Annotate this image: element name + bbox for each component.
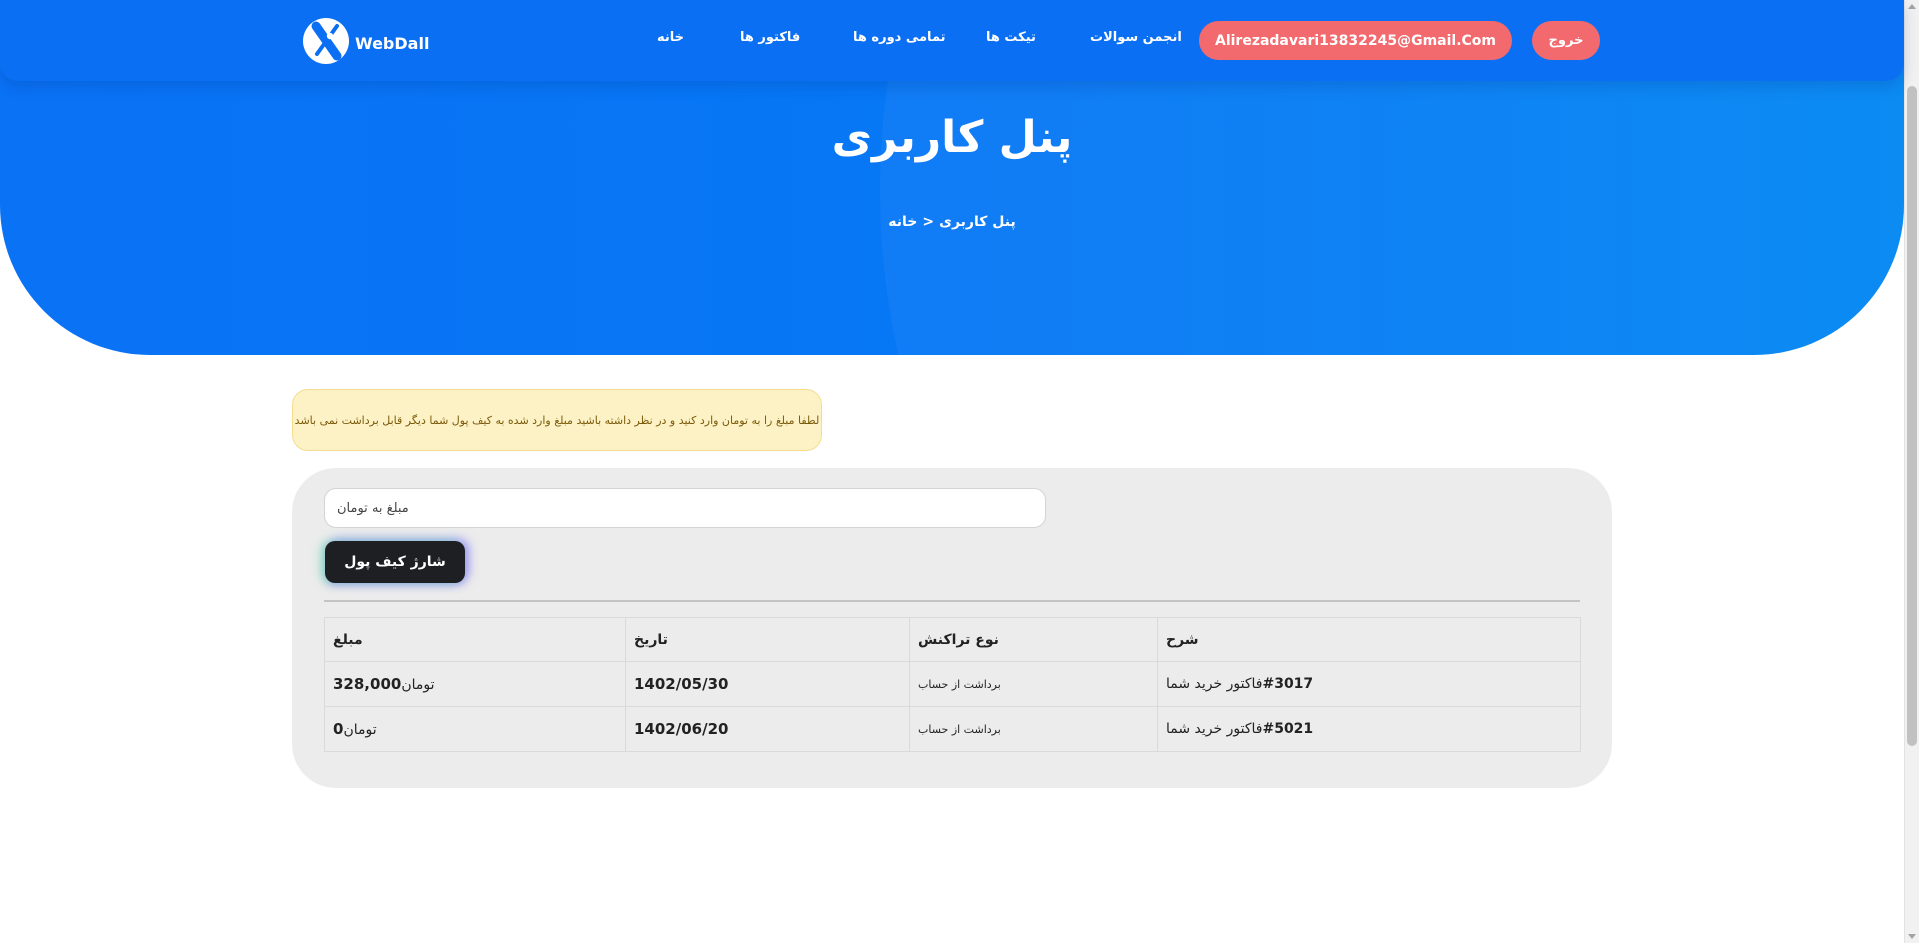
amount-input[interactable] [324, 488, 1046, 528]
scrollbar-thumb[interactable] [1907, 86, 1917, 746]
currency-label: تومان [401, 677, 435, 693]
invoice-number: #5021 [1262, 721, 1314, 737]
cell-description: #5021فاکتور خرید شما [1157, 706, 1581, 752]
cell-transaction-type: برداشت از حساب [909, 706, 1158, 752]
cell-amount: 0تومان [324, 706, 626, 752]
webdall-x-logo-icon [303, 18, 349, 64]
top-navbar: WebDall خانه فاکتور ها تمامی دوره ها تیک… [0, 0, 1904, 81]
cell-description: #3017فاکتور خرید شما [1157, 661, 1581, 707]
amount-value: 0 [333, 720, 344, 738]
breadcrumb-separator: < [922, 214, 935, 230]
transaction-type-label: برداشت از حساب [918, 722, 1001, 736]
table-row: 0تومان 1402/06/20 برداشت از حساب #5021فا… [324, 706, 1581, 752]
page-title: پنل کاربری [831, 112, 1073, 163]
logout-button[interactable]: خروج [1532, 21, 1600, 60]
column-header-description: شرح [1157, 617, 1581, 662]
brand-logo[interactable]: WebDall [303, 18, 429, 64]
description-text: فاکتور خرید شما [1166, 721, 1263, 737]
cell-date: 1402/06/20 [625, 706, 910, 752]
user-email-button[interactable]: Alirezadavari13832245@Gmail.Com [1199, 21, 1512, 60]
brand-name: WebDall [355, 33, 430, 53]
page-scrollbar[interactable] [1904, 0, 1919, 943]
nav-link-invoices[interactable]: فاکتور ها [740, 30, 800, 45]
transaction-type-label: برداشت از حساب [918, 677, 1001, 691]
wallet-warning-alert: لطفا مبلغ را به تومان وارد کنید و در نظر… [292, 389, 822, 451]
charge-wallet-button[interactable]: شارژ کیف پول [325, 541, 465, 583]
scroll-up-arrow-icon[interactable] [1908, 4, 1916, 9]
description-text: فاکتور خرید شما [1166, 676, 1263, 692]
breadcrumb-home-link[interactable]: خانه [888, 214, 917, 230]
table-header-row: مبلغ تاریخ نوع تراکنش شرح [324, 617, 1581, 662]
column-header-date: تاریخ [625, 617, 910, 662]
nav-link-home[interactable]: خانه [657, 30, 684, 45]
currency-label: تومان [343, 722, 377, 738]
transactions-table: مبلغ تاریخ نوع تراکنش شرح 328,000تومان 1… [324, 617, 1581, 752]
amount-value: 328,000 [333, 675, 402, 693]
breadcrumb: پنل کاربری< خانه [0, 214, 1904, 230]
cell-date: 1402/05/30 [625, 661, 910, 707]
column-header-type: نوع تراکنش [909, 617, 1158, 662]
alert-text: لطفا مبلغ را به تومان وارد کنید و در نظر… [294, 413, 820, 427]
breadcrumb-current: پنل کاربری [939, 214, 1016, 230]
scroll-down-arrow-icon[interactable] [1908, 934, 1916, 939]
cell-transaction-type: برداشت از حساب [909, 661, 1158, 707]
nav-link-questions-forum[interactable]: انجمن سوالات [1090, 30, 1182, 45]
nav-link-tickets[interactable]: تیکت ها [986, 30, 1036, 45]
page: پنل کاربری پنل کاربری<خانه WebDall خانه … [0, 0, 1919, 943]
section-divider [324, 600, 1580, 602]
invoice-number: #3017 [1262, 676, 1314, 692]
wallet-card: شارژ کیف پول مبلغ تاریخ نوع تراکنش شرح 3 [292, 468, 1612, 788]
column-header-amount: مبلغ [324, 617, 626, 662]
nav-link-all-courses[interactable]: تمامی دوره ها [853, 30, 946, 45]
cell-amount: 328,000تومان [324, 661, 626, 707]
table-row: 328,000تومان 1402/05/30 برداشت از حساب #… [324, 661, 1581, 707]
